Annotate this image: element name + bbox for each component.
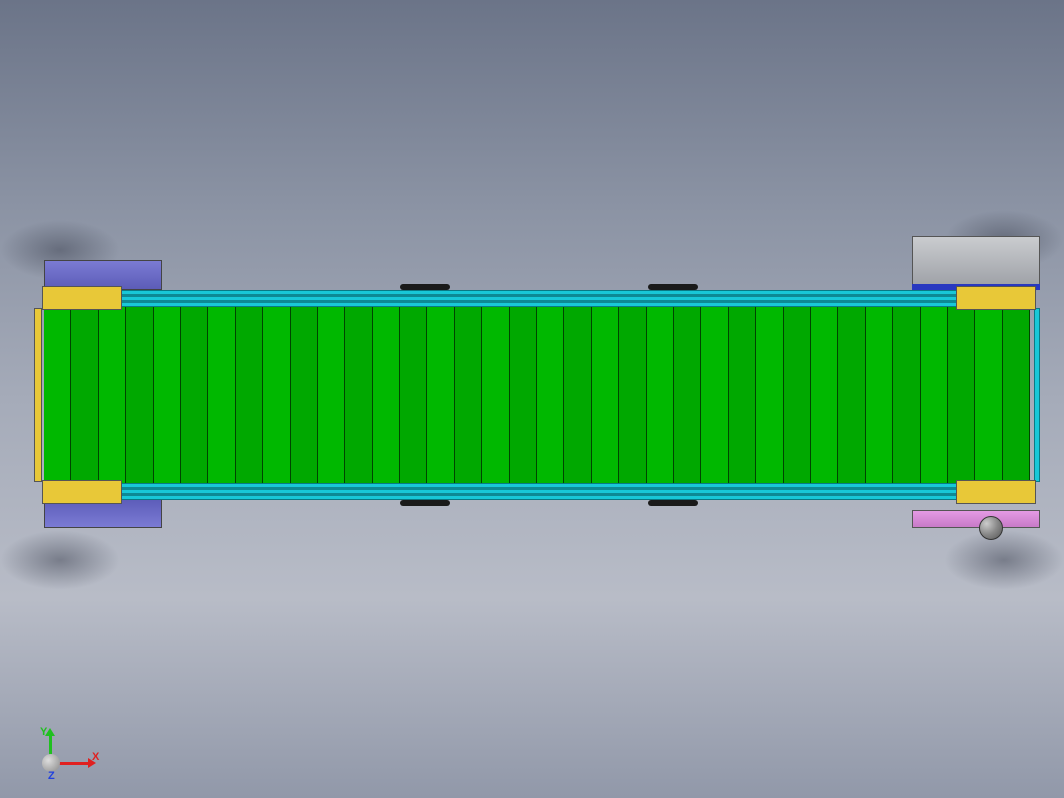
- side-rail-bottom[interactable]: [122, 483, 956, 500]
- belt-slat[interactable]: [948, 307, 975, 483]
- belt-slat[interactable]: [482, 307, 509, 483]
- belt-slat[interactable]: [784, 307, 811, 483]
- axis-x-arrow: [56, 762, 88, 765]
- belt-slat[interactable]: [866, 307, 893, 483]
- belt-slat[interactable]: [838, 307, 865, 483]
- belt-slat[interactable]: [208, 307, 235, 483]
- belt-slat[interactable]: [756, 307, 783, 483]
- belt-slat[interactable]: [921, 307, 948, 483]
- belt-slat[interactable]: [154, 307, 181, 483]
- belt-slat[interactable]: [564, 307, 591, 483]
- end-plate-right[interactable]: [1034, 308, 1040, 482]
- end-plate-left[interactable]: [34, 308, 42, 482]
- belt-slat[interactable]: [291, 307, 318, 483]
- belt-slat[interactable]: [701, 307, 728, 483]
- render-shadow: [0, 530, 120, 590]
- conveyor-model[interactable]: [28, 260, 1040, 528]
- roller-disc: [979, 516, 1003, 540]
- belt-slat[interactable]: [1003, 307, 1030, 483]
- belt-slat[interactable]: [236, 307, 263, 483]
- belt-slat[interactable]: [263, 307, 290, 483]
- belt-slat[interactable]: [729, 307, 756, 483]
- belt-slat[interactable]: [619, 307, 646, 483]
- belt-slat[interactable]: [373, 307, 400, 483]
- belt-slat[interactable]: [427, 307, 454, 483]
- corner-bracket-br[interactable]: [956, 480, 1036, 504]
- belt-slat[interactable]: [674, 307, 701, 483]
- belt-slat[interactable]: [44, 307, 71, 483]
- belt-slat[interactable]: [126, 307, 153, 483]
- conveyor-frame[interactable]: [28, 286, 1040, 504]
- corner-bracket-tr[interactable]: [956, 286, 1036, 310]
- belt-slat[interactable]: [400, 307, 427, 483]
- belt-slat[interactable]: [99, 307, 126, 483]
- belt-slat[interactable]: [71, 307, 98, 483]
- rail-groove: [122, 294, 956, 297]
- leg-foot[interactable]: [400, 500, 450, 506]
- rail-groove: [122, 300, 956, 303]
- corner-bracket-tl[interactable]: [42, 286, 122, 310]
- belt-slat[interactable]: [647, 307, 674, 483]
- belt-slat[interactable]: [318, 307, 345, 483]
- conveyor-belt[interactable]: [44, 307, 1030, 483]
- rail-groove: [122, 487, 956, 490]
- belt-slat[interactable]: [181, 307, 208, 483]
- cad-viewport[interactable]: X Y Z: [0, 0, 1064, 798]
- orientation-triad[interactable]: X Y Z: [18, 720, 98, 780]
- belt-slat[interactable]: [510, 307, 537, 483]
- belt-slat[interactable]: [975, 307, 1002, 483]
- belt-slat[interactable]: [811, 307, 838, 483]
- belt-slat[interactable]: [592, 307, 619, 483]
- motor-housing[interactable]: [912, 236, 1040, 286]
- belt-slat[interactable]: [893, 307, 920, 483]
- leg-foot[interactable]: [648, 500, 698, 506]
- belt-slat[interactable]: [537, 307, 564, 483]
- side-rail-top[interactable]: [122, 290, 956, 307]
- rail-groove: [122, 493, 956, 496]
- axis-z-label: Z: [48, 770, 55, 782]
- belt-slat[interactable]: [345, 307, 372, 483]
- belt-slat[interactable]: [455, 307, 482, 483]
- axis-y-label: Y: [40, 726, 47, 738]
- roller-assembly[interactable]: [972, 514, 1010, 542]
- axis-x-label: X: [92, 751, 99, 763]
- corner-bracket-bl[interactable]: [42, 480, 122, 504]
